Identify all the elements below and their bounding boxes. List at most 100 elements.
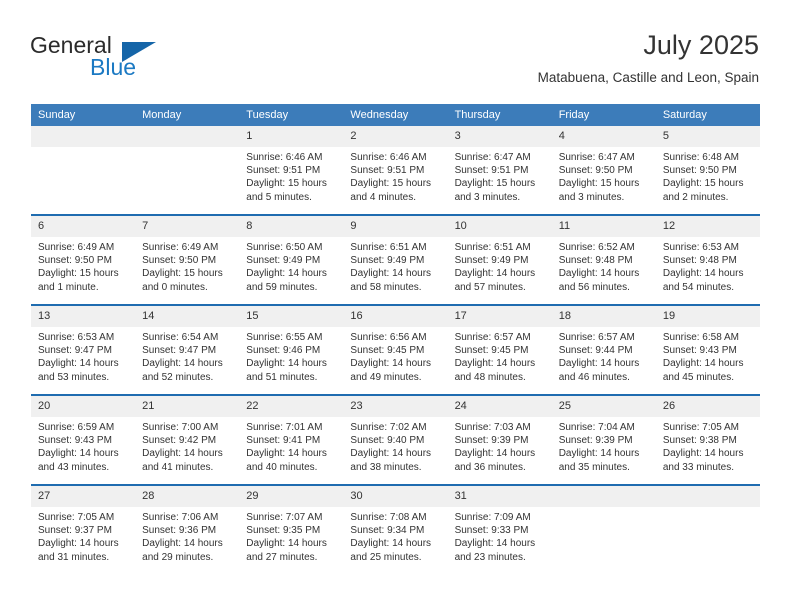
day-cell[interactable]: 6 Sunrise: 6:49 AM Sunset: 9:50 PM Dayli… (31, 214, 136, 305)
day-cell[interactable]: 21 Sunrise: 7:00 AM Sunset: 9:42 PM Dayl… (135, 394, 240, 485)
day-number: 2 (343, 126, 448, 147)
daylight-line1: Daylight: 15 hours (142, 268, 223, 280)
sunset-text: Sunset: 9:49 PM (350, 255, 425, 267)
page-header: General Blue July 2025 Matabuena, Castil… (30, 28, 759, 94)
day-info: Sunrise: 7:04 AM Sunset: 9:39 PM Dayligh… (552, 417, 656, 474)
daylight-line2: and 27 minutes. (246, 551, 318, 563)
day-info: Sunrise: 7:03 AM Sunset: 9:39 PM Dayligh… (448, 417, 552, 474)
daylight-line1: Daylight: 14 hours (350, 448, 432, 460)
day-number: 20 (31, 396, 136, 417)
sunset-text: Sunset: 9:41 PM (246, 435, 321, 447)
sunrise-text: Sunrise: 6:59 AM (38, 422, 115, 433)
sunset-text: Sunset: 9:50 PM (662, 165, 737, 177)
day-cell[interactable]: 8 Sunrise: 6:50 AM Sunset: 9:49 PM Dayli… (239, 214, 344, 305)
day-cell[interactable] (551, 484, 656, 574)
daylight-line2: and 0 minutes. (142, 281, 208, 293)
day-cell[interactable]: 15 Sunrise: 6:55 AM Sunset: 9:46 PM Dayl… (239, 304, 344, 395)
day-cell[interactable]: 12 Sunrise: 6:53 AM Sunset: 9:48 PM Dayl… (655, 214, 760, 305)
day-cell[interactable]: 18 Sunrise: 6:57 AM Sunset: 9:44 PM Dayl… (551, 304, 656, 395)
day-cell[interactable]: 29 Sunrise: 7:07 AM Sunset: 9:35 PM Dayl… (239, 484, 344, 574)
sunrise-text: Sunrise: 6:51 AM (454, 242, 531, 253)
day-info: Sunrise: 7:02 AM Sunset: 9:40 PM Dayligh… (343, 417, 447, 474)
day-cell[interactable]: 1 Sunrise: 6:46 AM Sunset: 9:51 PM Dayli… (239, 126, 344, 215)
sunrise-text: Sunrise: 6:47 AM (454, 152, 531, 163)
day-number: 5 (655, 126, 760, 147)
sunset-text: Sunset: 9:49 PM (454, 255, 529, 267)
day-cell[interactable]: 14 Sunrise: 6:54 AM Sunset: 9:47 PM Dayl… (135, 304, 240, 395)
sunset-text: Sunset: 9:51 PM (454, 165, 529, 177)
daylight-line1: Daylight: 15 hours (558, 178, 640, 190)
day-number: 24 (447, 396, 552, 417)
day-number: 14 (135, 306, 240, 327)
day-cell[interactable] (135, 126, 240, 215)
daylight-line2: and 49 minutes. (350, 371, 422, 383)
day-cell[interactable]: 11 Sunrise: 6:52 AM Sunset: 9:48 PM Dayl… (551, 214, 656, 305)
day-cell[interactable]: 5 Sunrise: 6:48 AM Sunset: 9:50 PM Dayli… (655, 126, 760, 215)
day-cell[interactable]: 24 Sunrise: 7:03 AM Sunset: 9:39 PM Dayl… (447, 394, 552, 485)
day-cell[interactable]: 22 Sunrise: 7:01 AM Sunset: 9:41 PM Dayl… (239, 394, 344, 485)
day-info: Sunrise: 6:47 AM Sunset: 9:51 PM Dayligh… (448, 147, 552, 204)
sunrise-sunset-calendar: Sunday Monday Tuesday Wednesday Thursday… (31, 104, 760, 574)
day-cell[interactable]: 4 Sunrise: 6:47 AM Sunset: 9:50 PM Dayli… (551, 126, 656, 215)
day-cell[interactable]: 25 Sunrise: 7:04 AM Sunset: 9:39 PM Dayl… (551, 394, 656, 485)
day-info: Sunrise: 7:00 AM Sunset: 9:42 PM Dayligh… (135, 417, 239, 474)
sunrise-text: Sunrise: 6:46 AM (350, 152, 427, 163)
day-cell[interactable]: 10 Sunrise: 6:51 AM Sunset: 9:49 PM Dayl… (447, 214, 552, 305)
day-cell[interactable]: 9 Sunrise: 6:51 AM Sunset: 9:49 PM Dayli… (343, 214, 448, 305)
day-cell[interactable]: 13 Sunrise: 6:53 AM Sunset: 9:47 PM Dayl… (31, 304, 136, 395)
sunrise-text: Sunrise: 6:46 AM (246, 152, 323, 163)
daylight-line2: and 46 minutes. (558, 371, 630, 383)
day-cell[interactable]: 30 Sunrise: 7:08 AM Sunset: 9:34 PM Dayl… (343, 484, 448, 574)
daylight-line2: and 41 minutes. (142, 461, 214, 473)
day-cell[interactable]: 17 Sunrise: 6:57 AM Sunset: 9:45 PM Dayl… (447, 304, 552, 395)
sunrise-text: Sunrise: 6:48 AM (662, 152, 739, 163)
weekday-header-monday: Monday (135, 104, 240, 126)
day-cell[interactable]: 7 Sunrise: 6:49 AM Sunset: 9:50 PM Dayli… (135, 214, 240, 305)
day-info: Sunrise: 6:46 AM Sunset: 9:51 PM Dayligh… (239, 147, 343, 204)
day-cell[interactable] (655, 484, 760, 574)
day-number (551, 486, 656, 507)
daylight-line1: Daylight: 14 hours (350, 268, 432, 280)
daylight-line1: Daylight: 14 hours (246, 268, 327, 280)
day-info: Sunrise: 6:56 AM Sunset: 9:45 PM Dayligh… (343, 327, 447, 384)
day-cell[interactable]: 16 Sunrise: 6:56 AM Sunset: 9:45 PM Dayl… (343, 304, 448, 395)
daylight-line2: and 29 minutes. (142, 551, 214, 563)
day-info (552, 507, 656, 511)
day-info: Sunrise: 6:57 AM Sunset: 9:45 PM Dayligh… (448, 327, 552, 384)
sunrise-text: Sunrise: 7:06 AM (142, 512, 219, 523)
sunset-text: Sunset: 9:45 PM (454, 345, 529, 357)
day-number: 8 (239, 216, 344, 237)
sunrise-text: Sunrise: 7:05 AM (38, 512, 115, 523)
daylight-line1: Daylight: 15 hours (246, 178, 327, 190)
sunrise-text: Sunrise: 6:51 AM (350, 242, 427, 253)
day-cell[interactable]: 20 Sunrise: 6:59 AM Sunset: 9:43 PM Dayl… (31, 394, 136, 485)
sunset-text: Sunset: 9:42 PM (142, 435, 217, 447)
day-cell[interactable]: 3 Sunrise: 6:47 AM Sunset: 9:51 PM Dayli… (447, 126, 552, 215)
daylight-line1: Daylight: 14 hours (558, 358, 640, 370)
day-cell[interactable]: 27 Sunrise: 7:05 AM Sunset: 9:37 PM Dayl… (31, 484, 136, 574)
daylight-line1: Daylight: 14 hours (246, 448, 327, 460)
day-info: Sunrise: 7:05 AM Sunset: 9:38 PM Dayligh… (656, 417, 760, 474)
day-info: Sunrise: 6:49 AM Sunset: 9:50 PM Dayligh… (31, 237, 135, 294)
daylight-line1: Daylight: 14 hours (454, 358, 536, 370)
day-cell[interactable]: 2 Sunrise: 6:46 AM Sunset: 9:51 PM Dayli… (343, 126, 448, 215)
sunset-text: Sunset: 9:37 PM (38, 525, 112, 537)
title-block: July 2025 Matabuena, Castille and Leon, … (538, 28, 759, 88)
weekday-header-saturday: Saturday (655, 104, 760, 126)
general-blue-logo[interactable]: General Blue (30, 32, 210, 88)
day-cell[interactable]: 23 Sunrise: 7:02 AM Sunset: 9:40 PM Dayl… (343, 394, 448, 485)
sunset-text: Sunset: 9:39 PM (454, 435, 529, 447)
day-cell[interactable]: 28 Sunrise: 7:06 AM Sunset: 9:36 PM Dayl… (135, 484, 240, 574)
day-cell[interactable]: 26 Sunrise: 7:05 AM Sunset: 9:38 PM Dayl… (655, 394, 760, 485)
day-number: 6 (31, 216, 136, 237)
day-info: Sunrise: 6:52 AM Sunset: 9:48 PM Dayligh… (552, 237, 656, 294)
day-number: 15 (239, 306, 344, 327)
day-info: Sunrise: 6:57 AM Sunset: 9:44 PM Dayligh… (552, 327, 656, 384)
daylight-line1: Daylight: 14 hours (142, 538, 223, 550)
day-cell[interactable]: 19 Sunrise: 6:58 AM Sunset: 9:43 PM Dayl… (655, 304, 760, 395)
day-cell[interactable]: 31 Sunrise: 7:09 AM Sunset: 9:33 PM Dayl… (447, 484, 552, 574)
daylight-line1: Daylight: 14 hours (350, 538, 432, 550)
day-cell[interactable] (31, 126, 136, 215)
day-number: 30 (343, 486, 448, 507)
day-info: Sunrise: 6:50 AM Sunset: 9:49 PM Dayligh… (239, 237, 343, 294)
